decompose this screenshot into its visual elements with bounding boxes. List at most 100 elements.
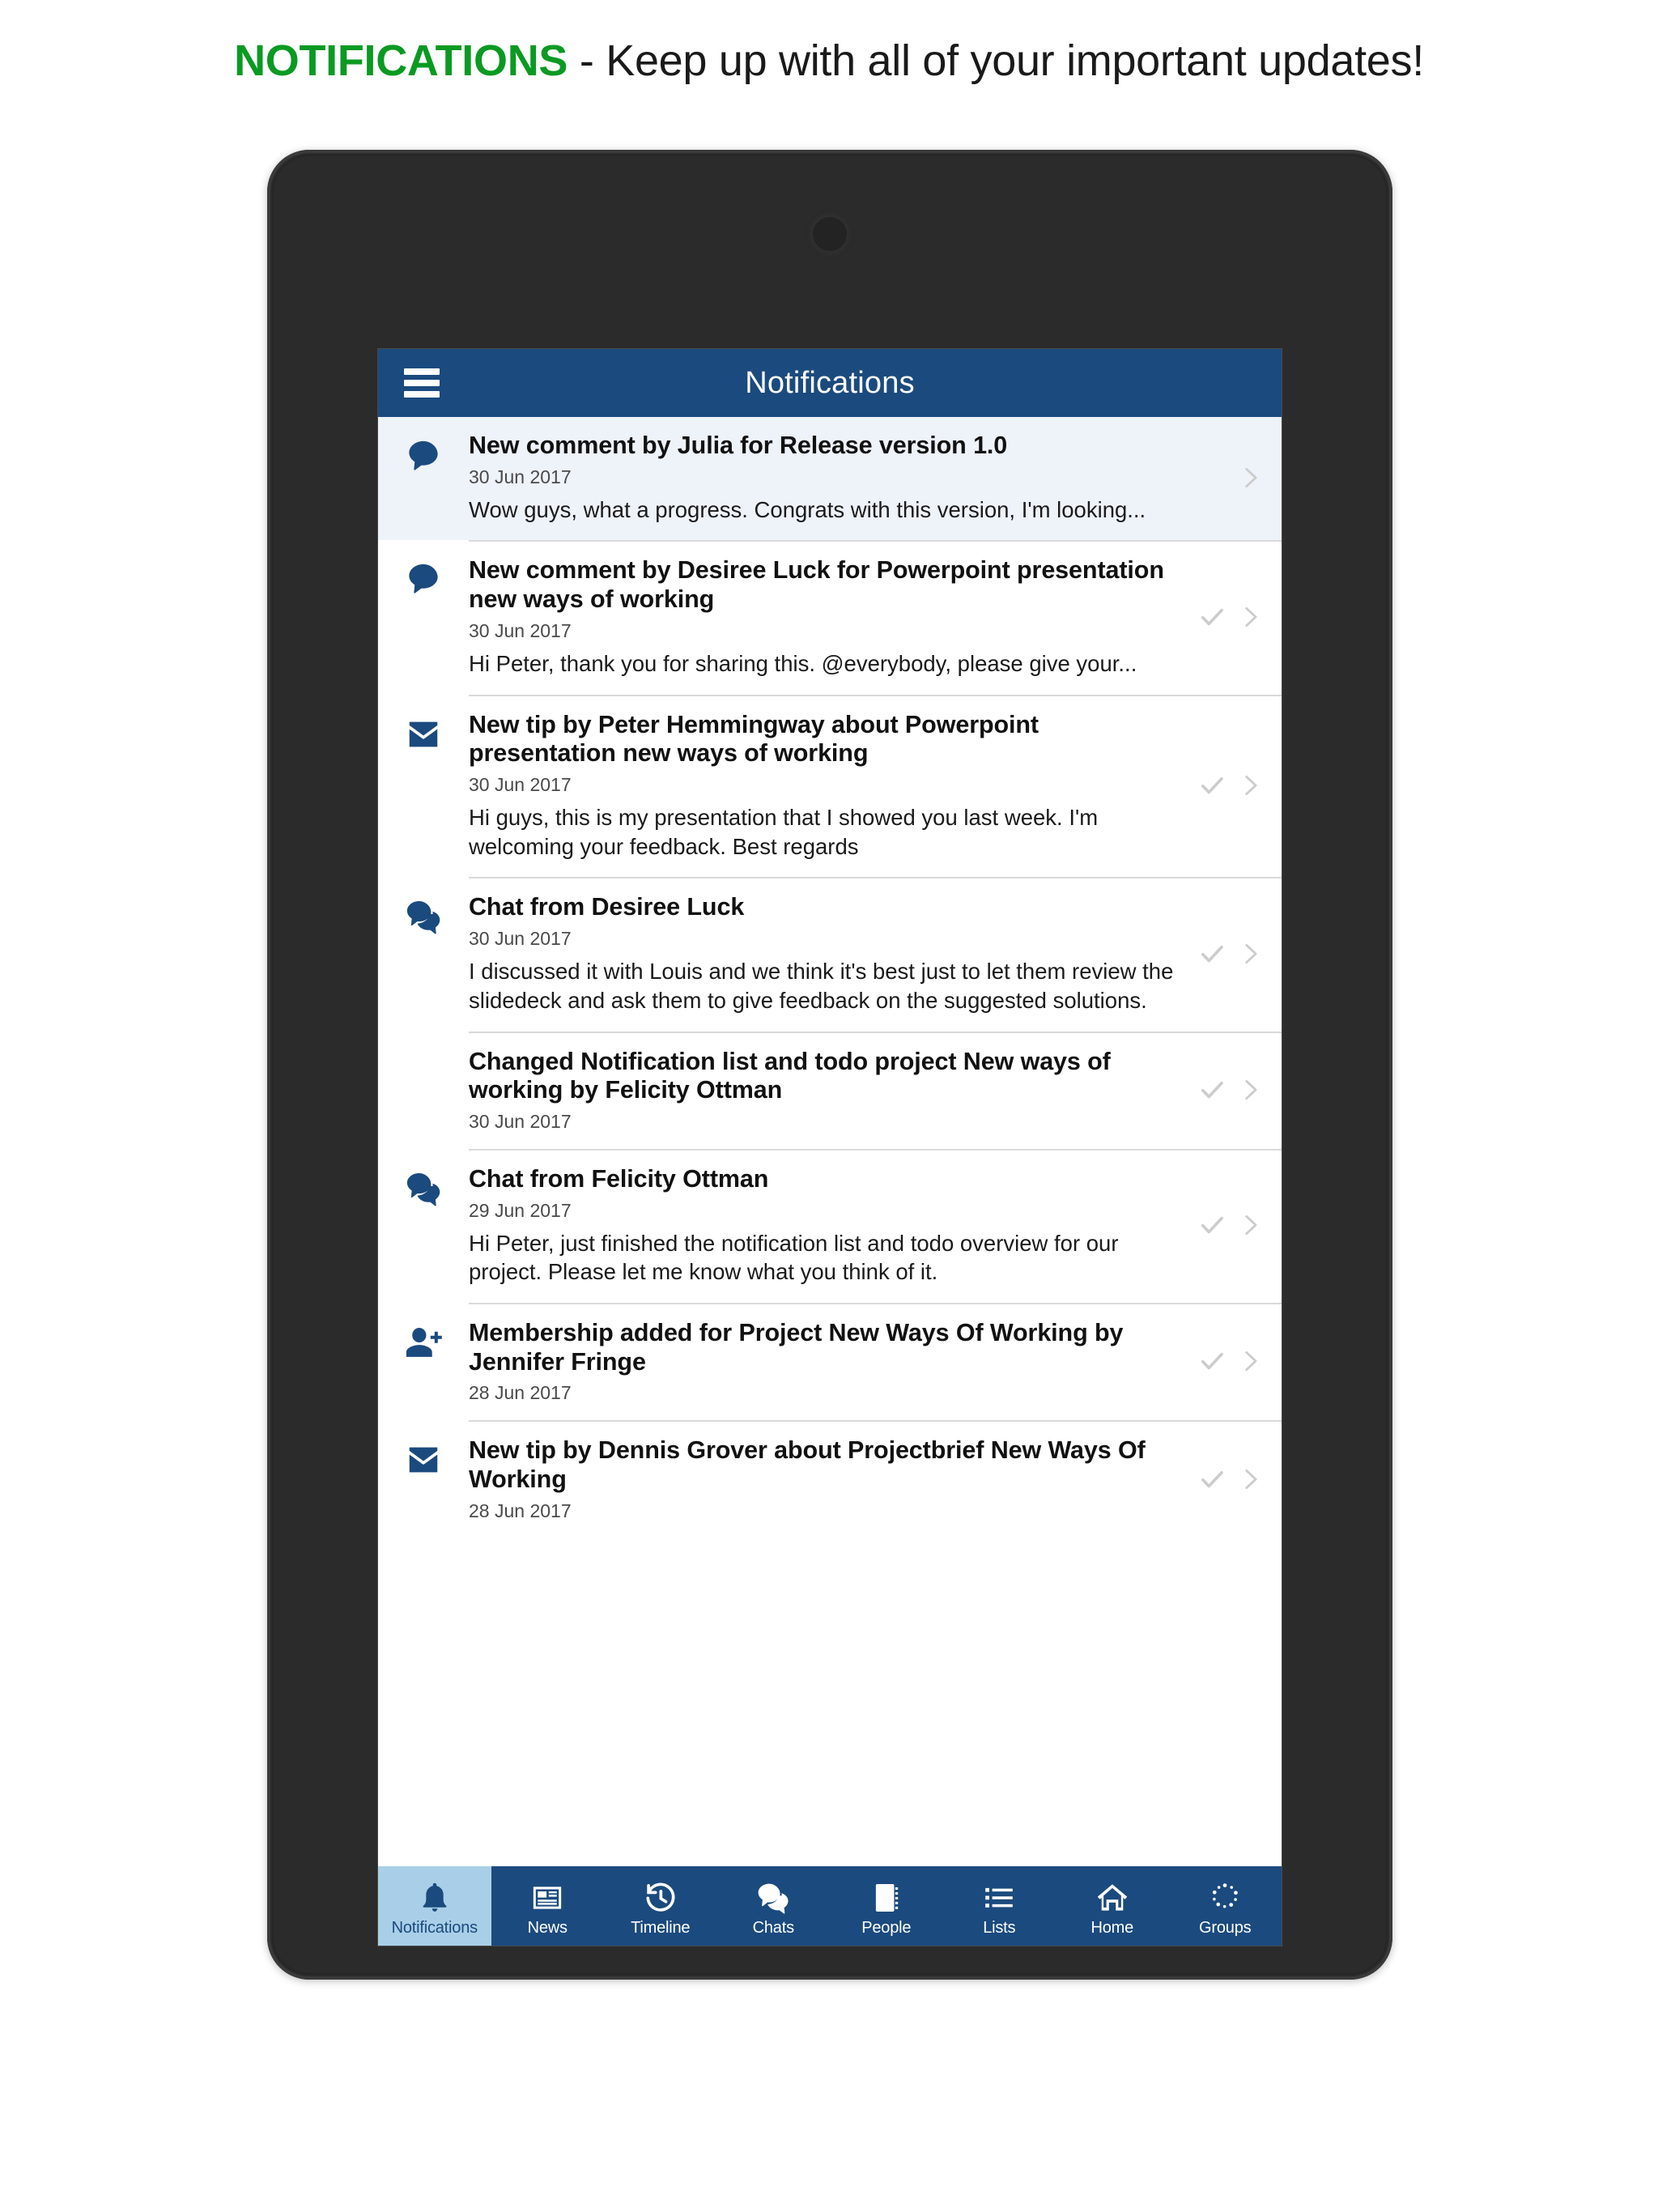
notification-body: New tip by Peter Hemmingway about Powerp… — [469, 694, 1282, 878]
mark-read-check-icon[interactable] — [1197, 1210, 1226, 1244]
notification-date: 28 Jun 2017 — [469, 1499, 572, 1521]
tab-label: Notifications — [391, 1918, 478, 1937]
envelope-icon — [378, 1420, 469, 1478]
tab-label: Groups — [1199, 1918, 1252, 1937]
chevron-right-icon[interactable] — [1236, 772, 1264, 803]
tab-label: Lists — [983, 1918, 1016, 1937]
mark-read-check-icon[interactable] — [1197, 1465, 1226, 1498]
notification-actions — [1197, 936, 1282, 972]
notification-snippet: Hi guys, this is my presentation that I … — [469, 804, 1099, 859]
notification-row[interactable]: New tip by Peter Hemmingway about Powerp… — [378, 694, 1282, 878]
notification-body: New tip by Dennis Grover about Projectbr… — [469, 1420, 1282, 1538]
notification-date: 30 Jun 2017 — [469, 928, 572, 950]
tab-news[interactable]: News — [491, 1866, 605, 1946]
home-icon — [1095, 1878, 1129, 1917]
chevron-right-icon[interactable] — [1236, 940, 1264, 972]
notification-body: Chat from Felicity Ottman 29 Jun 2017 Hi P… — [469, 1148, 1282, 1303]
chat-bubbles-icon — [378, 1149, 469, 1207]
notification-body: New comment by Julia for Release version… — [469, 417, 1282, 540]
contact-card-icon — [869, 1878, 903, 1917]
tab-label: Chats — [752, 1918, 794, 1937]
speech-bubble-icon — [378, 540, 469, 598]
notification-body: Changed Notification list and todo proje… — [469, 1031, 1282, 1149]
notification-snippet: Wow guys, what a progress. Congrats with… — [469, 496, 1146, 522]
notification-title: New comment by Julia for Release version… — [469, 432, 1008, 459]
person-add-icon — [378, 1303, 469, 1361]
chevron-right-icon[interactable] — [1236, 1347, 1264, 1379]
promo-strong-text: NOTIFICATIONS — [234, 36, 568, 85]
mark-read-check-icon[interactable] — [1197, 602, 1226, 636]
tab-home[interactable]: Home — [1056, 1866, 1169, 1946]
dotted-circle-icon — [1208, 1878, 1242, 1917]
mark-read-check-icon[interactable] — [1197, 939, 1226, 972]
notification-date: 30 Jun 2017 — [469, 773, 572, 795]
notification-title: Changed Notification list and todo proje… — [469, 1047, 1111, 1104]
notification-body: New comment by Desiree Luck for Powerpoi… — [469, 540, 1282, 694]
speech-bubble-icon — [378, 417, 469, 475]
mark-read-check-icon[interactable] — [1197, 1075, 1226, 1108]
tab-label: News — [527, 1918, 568, 1937]
chat-bubbles-icon — [756, 1878, 790, 1917]
chevron-right-icon[interactable] — [1236, 603, 1264, 635]
bottom-tab-bar: Notifications News Timeline Chats People List… — [378, 1866, 1282, 1946]
promo-text: NOTIFICATIONS - Keep up with all of your… — [234, 36, 1424, 86]
app-screen: Notifications New comment by Julia for R… — [378, 349, 1282, 1946]
list-icon — [982, 1878, 1016, 1917]
notification-snippet: I discussed it with Louis and we think i… — [469, 959, 1174, 1013]
envelope-icon — [378, 695, 469, 753]
hamburger-menu-icon[interactable] — [404, 368, 440, 398]
notification-body: Membership added for Project New Ways Of… — [469, 1303, 1282, 1420]
chevron-right-icon[interactable] — [1236, 1465, 1264, 1497]
chevron-right-icon[interactable] — [1236, 464, 1264, 496]
tab-people[interactable]: People — [830, 1866, 943, 1946]
promo-caption: NOTIFICATIONS - Keep up with all of your… — [0, 0, 1658, 121]
notification-row[interactable]: Chat from Desiree Luck 30 Jun 2017 I discu… — [378, 877, 1282, 1032]
chevron-right-icon[interactable] — [1236, 1211, 1264, 1243]
notification-body: Chat from Desiree Luck 30 Jun 2017 I discu… — [469, 877, 1282, 1031]
notification-actions — [1197, 1072, 1282, 1108]
page-title: Notifications — [745, 365, 915, 400]
tab-label: Home — [1090, 1918, 1134, 1937]
chat-bubbles-icon — [378, 877, 469, 935]
notification-date: 30 Jun 2017 — [469, 1110, 572, 1132]
notification-list[interactable]: New comment by Julia for Release version… — [378, 417, 1282, 1866]
mark-read-check-icon[interactable] — [1197, 1346, 1226, 1380]
tab-groups[interactable]: Groups — [1169, 1866, 1282, 1946]
notification-row[interactable]: Membership added for Project New Ways Of… — [378, 1303, 1282, 1421]
newspaper-icon — [530, 1878, 564, 1917]
notification-date: 30 Jun 2017 — [469, 619, 572, 641]
notification-title: New tip by Peter Hemmingway about Powerp… — [469, 710, 1039, 768]
notification-title: Chat from Desiree Luck — [469, 893, 745, 921]
notification-icon-empty — [378, 1032, 469, 1053]
notification-snippet: Hi Peter, just finished the notification… — [469, 1230, 1119, 1285]
notification-row[interactable]: Chat from Felicity Ottman 29 Jun 2017 Hi P… — [378, 1148, 1282, 1304]
notification-row[interactable]: Changed Notification list and todo proje… — [378, 1031, 1282, 1149]
notification-actions — [1197, 461, 1282, 496]
tab-chats[interactable]: Chats — [717, 1866, 831, 1946]
tab-timeline[interactable]: Timeline — [604, 1866, 717, 1946]
front-camera-icon — [813, 217, 847, 251]
notification-title: Chat from Felicity Ottman — [469, 1164, 769, 1193]
notification-snippet: Hi Peter, thank you for sharing this. @e… — [469, 650, 1137, 676]
tab-lists[interactable]: Lists — [943, 1866, 1056, 1946]
notification-actions — [1197, 1343, 1282, 1380]
check-placeholder — [1197, 465, 1226, 494]
notification-date: 30 Jun 2017 — [469, 466, 572, 487]
tablet-device-frame: Notifications New comment by Julia for R… — [267, 150, 1392, 1980]
tab-label: People — [861, 1918, 912, 1937]
promo-rest-text: - Keep up with all of your important upd… — [568, 36, 1424, 85]
chevron-right-icon[interactable] — [1236, 1076, 1264, 1108]
notification-actions — [1197, 1207, 1282, 1244]
notification-actions — [1197, 1461, 1282, 1498]
notification-date: 29 Jun 2017 — [469, 1199, 572, 1221]
tab-notifications[interactable]: Notifications — [378, 1866, 491, 1946]
notification-date: 28 Jun 2017 — [469, 1382, 572, 1404]
notification-title: New tip by Dennis Grover about Projectbr… — [469, 1436, 1146, 1494]
notification-row[interactable]: New comment by Desiree Luck for Powerpoi… — [378, 540, 1282, 695]
notification-row[interactable]: New tip by Dennis Grover about Projectbr… — [378, 1420, 1282, 1538]
app-header-bar: Notifications — [378, 349, 1282, 417]
mark-read-check-icon[interactable] — [1197, 771, 1226, 804]
history-clock-icon — [644, 1878, 678, 1917]
notification-title: New comment by Desiree Luck for Powerpoi… — [469, 556, 1164, 614]
notification-row[interactable]: New comment by Julia for Release version… — [378, 417, 1282, 541]
